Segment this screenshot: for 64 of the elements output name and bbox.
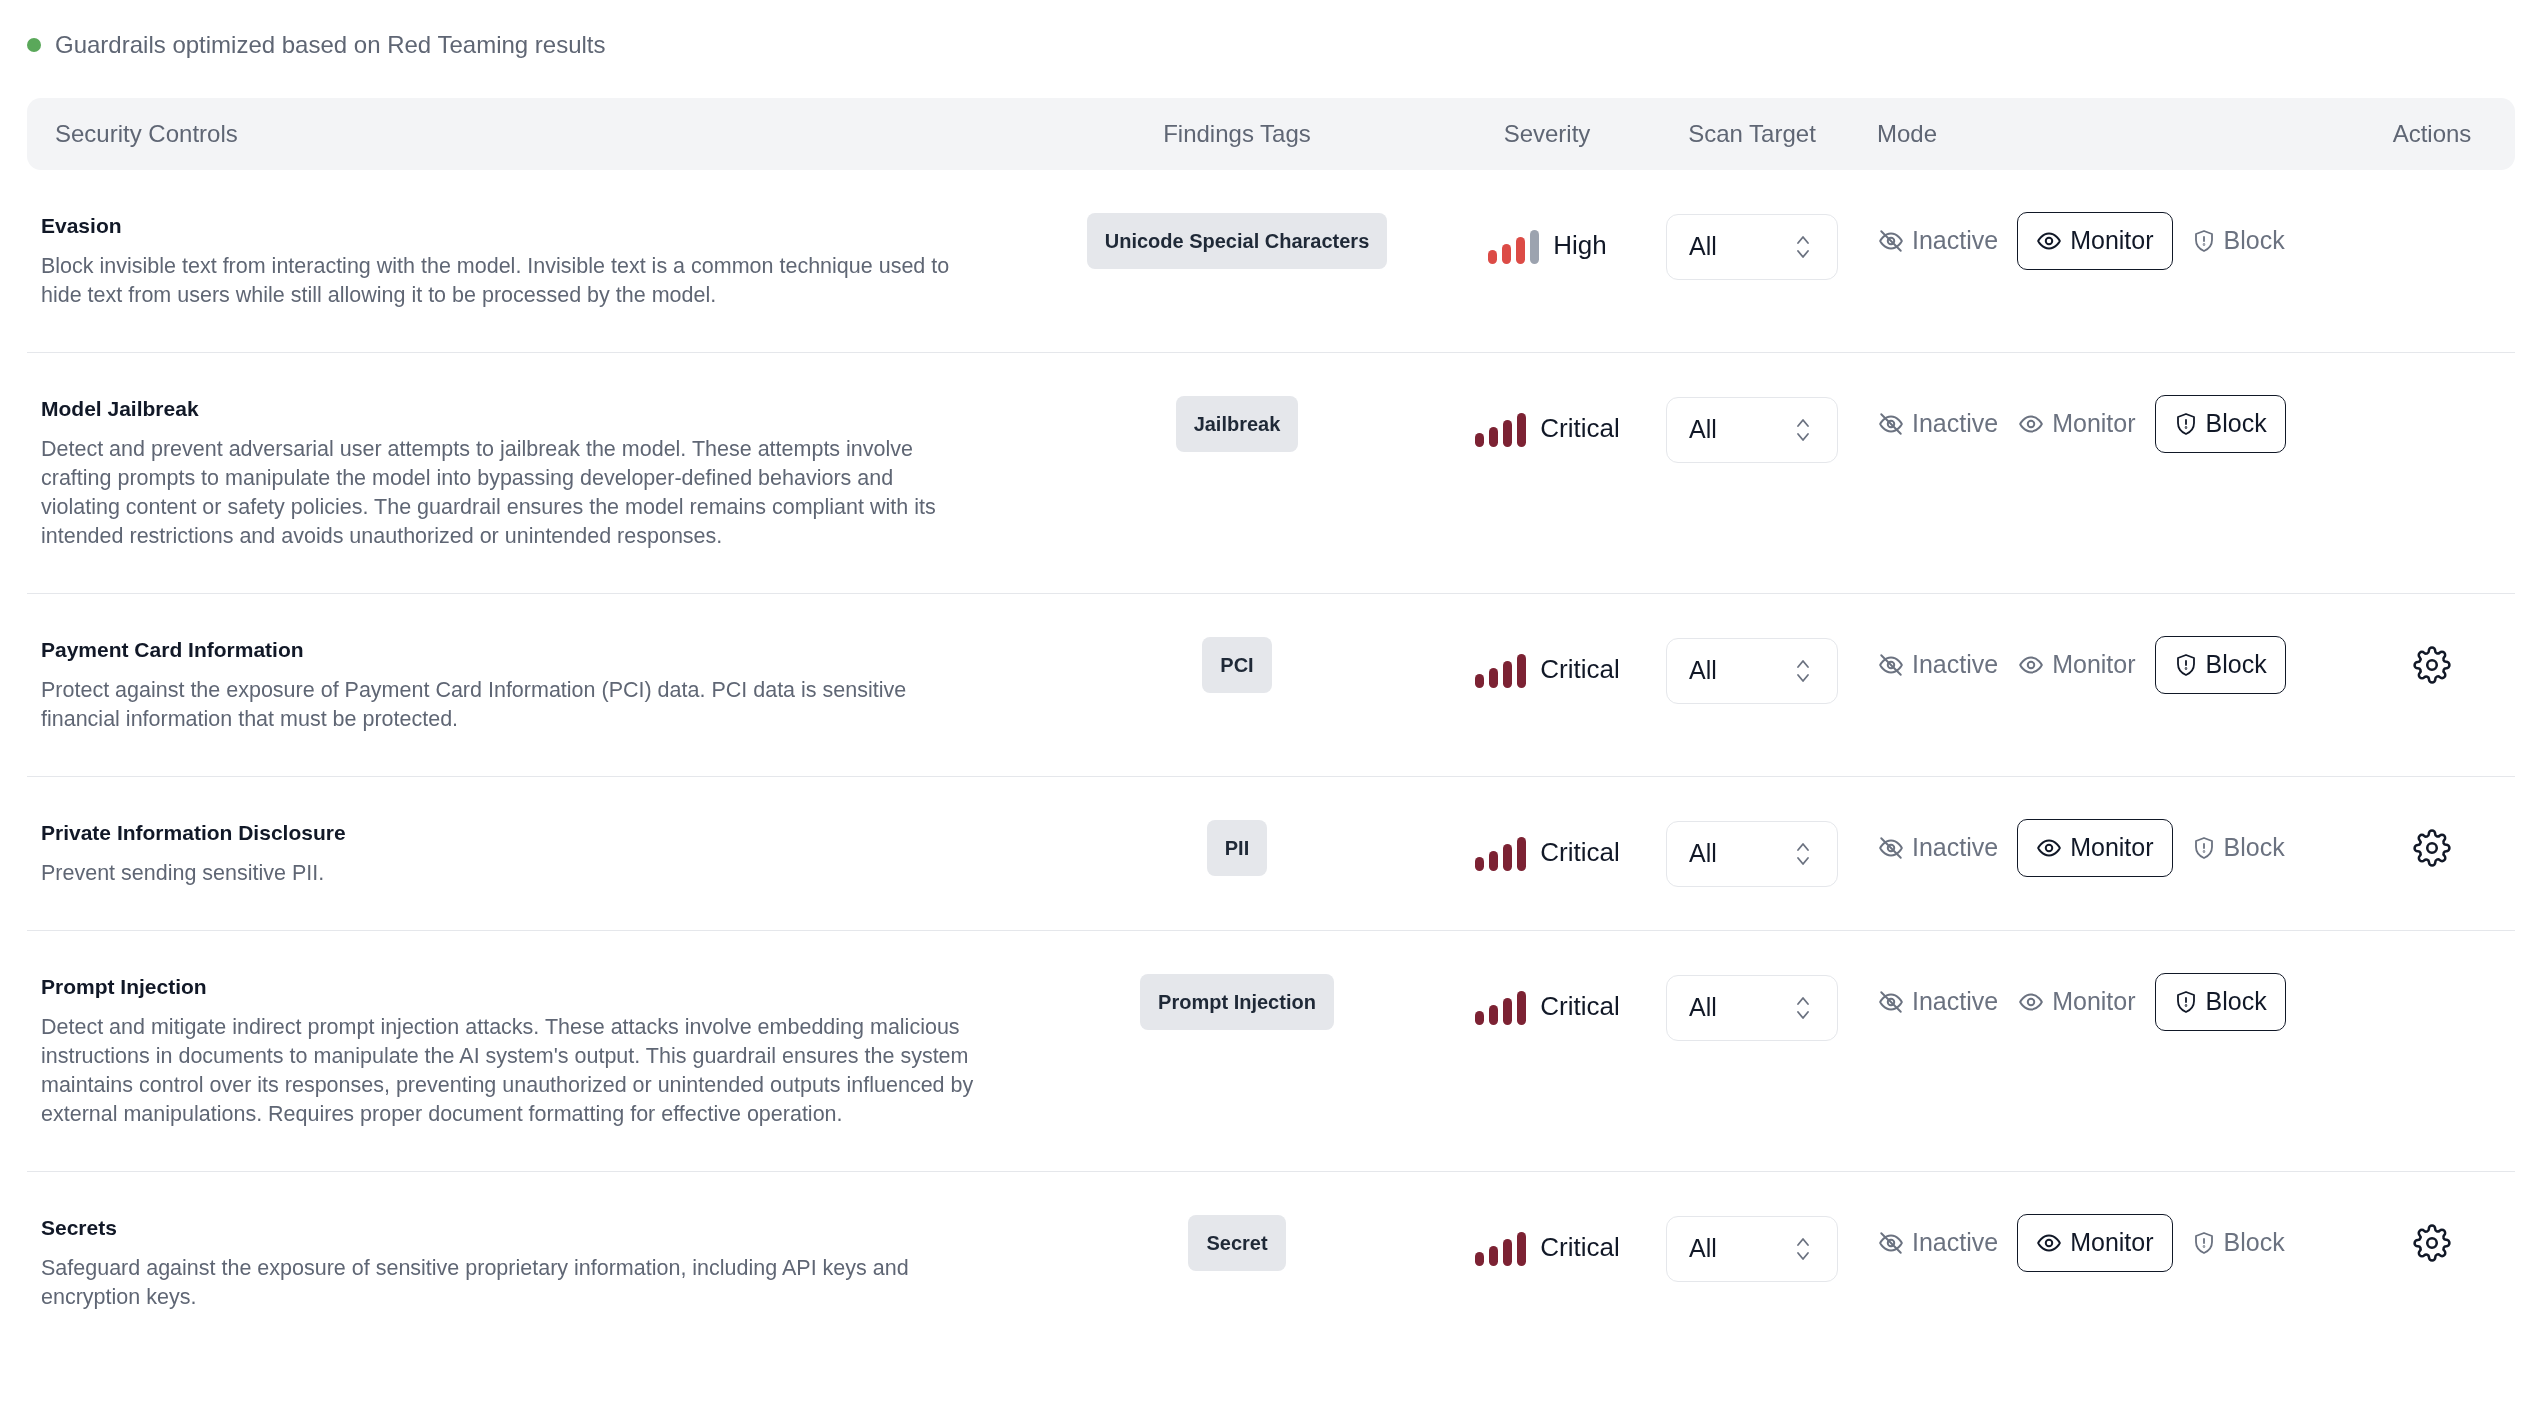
settings-icon[interactable] xyxy=(2413,646,2451,684)
findings-tag: Prompt Injection xyxy=(1140,974,1334,1030)
mode-block-button[interactable]: Block xyxy=(2190,819,2286,877)
severity-label: Critical xyxy=(1540,412,1620,445)
mode-block-button[interactable]: Block xyxy=(2154,636,2286,694)
scan-target-select[interactable]: All xyxy=(1666,975,1838,1041)
chevron-up-down-icon xyxy=(1795,416,1811,444)
scan-target-select[interactable]: All xyxy=(1666,397,1838,463)
control-description: Detect and prevent adversarial user attempts to jailbreak the model. These attempts involve crafting prompts to manipulate the model into bypassing developer-defined behaviors and violating content or safety policies. The guardrail ensures the model remains compliant with its intended restrictions and avoids unauthorized or unintended responses. xyxy=(41,436,937,550)
control-title: Model Jailbreak xyxy=(41,396,200,422)
chevron-up-down-icon xyxy=(1795,994,1811,1022)
mode-monitor-button[interactable]: Monitor xyxy=(2017,973,2137,1031)
scan-target-select[interactable]: All xyxy=(1666,638,1838,704)
eye-slash-icon xyxy=(1878,835,1904,861)
column-header: Severity xyxy=(1502,119,1592,149)
mode-monitor-button[interactable]: Monitor xyxy=(2017,212,2173,270)
control-title: Prompt Injection xyxy=(41,974,208,1000)
eye-slash-icon xyxy=(1878,411,1904,437)
settings-icon[interactable] xyxy=(2413,829,2451,867)
findings-tag: PII xyxy=(1206,820,1268,876)
mode-monitor-button[interactable]: Monitor xyxy=(2017,1214,2173,1272)
mode-monitor-button[interactable]: Monitor xyxy=(2017,819,2173,877)
control-title: Evasion xyxy=(41,213,123,239)
column-header: Actions xyxy=(2391,119,2473,149)
findings-tag: Jailbreak xyxy=(1175,396,1299,452)
mode-block-button[interactable]: Block xyxy=(2190,212,2286,270)
severity-label: High xyxy=(1553,229,1607,262)
mode-block-button[interactable]: Block xyxy=(2154,395,2286,453)
scan-target-select[interactable]: All xyxy=(1666,214,1838,280)
column-header: Scan Target xyxy=(1687,119,1817,149)
control-title: Payment Card Information xyxy=(41,637,305,663)
eye-slash-icon xyxy=(1878,1230,1904,1256)
chevron-up-down-icon xyxy=(1795,1235,1811,1263)
severity-label: Critical xyxy=(1540,990,1620,1023)
control-description: Detect and mitigate indirect prompt injection attacks. These attacks involve embedding malicious instructions in documents to manipulate the AI system's output. This guardrail ensures the system maintains control over its responses, preventing unauthorized or unintended outputs influenced by external manipulations. Requires proper document formatting for effective operation. xyxy=(41,1014,975,1128)
column-header: Mode xyxy=(1877,119,1939,149)
mode-monitor-button[interactable]: Monitor xyxy=(2017,395,2137,453)
eye-slash-icon xyxy=(1878,989,1904,1015)
chevron-up-down-icon xyxy=(1795,233,1811,261)
eye-slash-icon xyxy=(1878,652,1904,678)
chevron-up-down-icon xyxy=(1795,657,1811,685)
control-title: Secrets xyxy=(41,1215,118,1241)
severity-label: Critical xyxy=(1540,836,1620,869)
findings-tag: Secret xyxy=(1188,1215,1286,1271)
chevron-up-down-icon xyxy=(1795,840,1811,868)
control-description: Protect against the exposure of Payment Card Information (PCI) data. PCI data is sensitive financial information that must be protected. xyxy=(41,677,908,733)
findings-tag: Unicode Special Characters xyxy=(1086,213,1388,269)
mode-monitor-button[interactable]: Monitor xyxy=(2017,636,2137,694)
scan-target-select[interactable]: All xyxy=(1666,1216,1838,1282)
eye-slash-icon xyxy=(1878,228,1904,254)
settings-icon[interactable] xyxy=(2413,1224,2451,1262)
findings-tag: PCI xyxy=(1202,637,1272,693)
scan-target-select[interactable]: All xyxy=(1666,821,1838,887)
status-text: Guardrails optimized based on Red Teaming results xyxy=(55,30,606,60)
control-description: Block invisible text from interacting with the model. Invisible text is a common technique used to hide text from users while still allowing it to be processed by the model. xyxy=(41,253,951,309)
mode-block-button[interactable]: Block xyxy=(2154,973,2286,1031)
control-description: Prevent sending sensitive PII. xyxy=(41,860,326,887)
severity-label: Critical xyxy=(1540,1231,1620,1264)
column-header: Findings Tags xyxy=(1162,119,1312,149)
severity-label: Critical xyxy=(1540,653,1620,686)
column-header: Security Controls xyxy=(54,119,239,149)
control-description: Safeguard against the exposure of sensitive proprietary information, including API keys and encryption keys. xyxy=(41,1255,910,1311)
mode-block-button[interactable]: Block xyxy=(2190,1214,2286,1272)
control-title: Private Information Disclosure xyxy=(41,820,347,846)
